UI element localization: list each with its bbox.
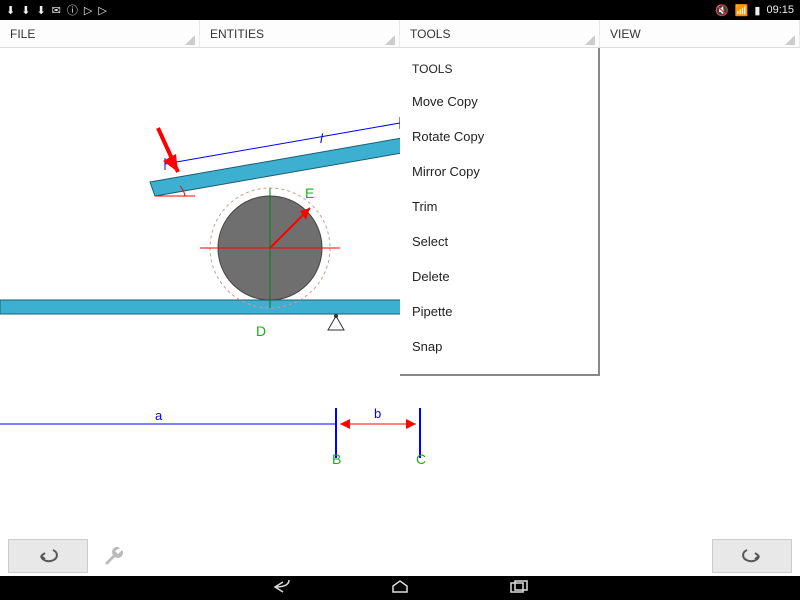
home-icon[interactable] <box>391 580 409 597</box>
mute-icon: 🔇 <box>715 4 729 17</box>
settings-button[interactable] <box>94 542 134 570</box>
undo-button[interactable] <box>8 539 88 573</box>
dim-b-arrow-r <box>406 419 416 429</box>
menu-label: FILE <box>10 27 35 41</box>
label-a: a <box>155 408 163 423</box>
menu-tools[interactable]: TOOLS <box>400 20 600 47</box>
menu-view[interactable]: VIEW <box>600 20 800 47</box>
back-icon[interactable] <box>271 580 291 597</box>
menu-file[interactable]: FILE <box>0 20 200 47</box>
tool-select[interactable]: Select <box>400 224 598 259</box>
label-B: B <box>332 451 341 467</box>
android-status-bar: ⬇ ⬇ ⬇ ✉ ⓘ ▷ ▷ 🔇 📶 ▮ 09:15 <box>0 0 800 20</box>
menu-label: ENTITIES <box>210 27 264 41</box>
tool-rotate-copy[interactable]: Rotate Copy <box>400 119 598 154</box>
tool-pipette[interactable]: Pipette <box>400 294 598 329</box>
pivot-pin <box>334 314 338 318</box>
info-icon: ⓘ <box>67 2 78 18</box>
download-icon: ⬇ <box>36 4 45 17</box>
tool-snap[interactable]: Snap <box>400 329 598 364</box>
download-icon: ⬇ <box>21 4 30 17</box>
pivot-support <box>328 316 344 330</box>
menu-entities[interactable]: ENTITIES <box>200 20 400 47</box>
lever-beam <box>150 138 402 196</box>
bottom-toolbar <box>0 536 800 576</box>
download-icon: ⬇ <box>6 4 15 17</box>
dim-b-arrow-l <box>340 419 350 429</box>
label-D: D <box>256 323 266 339</box>
redo-icon <box>739 546 765 566</box>
label-b: b <box>374 406 381 421</box>
menubar: FILE ENTITIES TOOLS VIEW <box>0 20 800 48</box>
label-C: C <box>416 451 426 467</box>
battery-icon: ▮ <box>754 4 760 17</box>
undo-icon <box>35 546 61 566</box>
tool-trim[interactable]: Trim <box>400 189 598 224</box>
tool-delete[interactable]: Delete <box>400 259 598 294</box>
base-beam <box>0 300 402 314</box>
label-l: l <box>320 131 324 146</box>
clock: 09:15 <box>766 4 794 16</box>
menu-label: VIEW <box>610 27 641 41</box>
wifi-icon: 📶 <box>735 4 749 17</box>
play-icon: ▷ <box>98 4 106 17</box>
menu-label: TOOLS <box>410 27 450 41</box>
status-left-icons: ⬇ ⬇ ⬇ ✉ ⓘ ▷ ▷ <box>6 2 107 18</box>
android-nav-bar <box>0 576 800 600</box>
label-E: E <box>305 185 314 201</box>
tool-mirror-copy[interactable]: Mirror Copy <box>400 154 598 189</box>
mail-icon: ✉ <box>52 4 61 17</box>
tool-move-copy[interactable]: Move Copy <box>400 84 598 119</box>
wrench-icon <box>100 542 128 570</box>
tools-dropdown: TOOLS Move Copy Rotate Copy Mirror Copy … <box>400 48 600 376</box>
status-right-icons: 🔇 📶 ▮ 09:15 <box>715 4 794 17</box>
redo-button[interactable] <box>712 539 792 573</box>
play-icon: ▷ <box>84 4 92 17</box>
dropdown-header: TOOLS <box>400 54 598 84</box>
recent-icon[interactable] <box>509 580 529 597</box>
